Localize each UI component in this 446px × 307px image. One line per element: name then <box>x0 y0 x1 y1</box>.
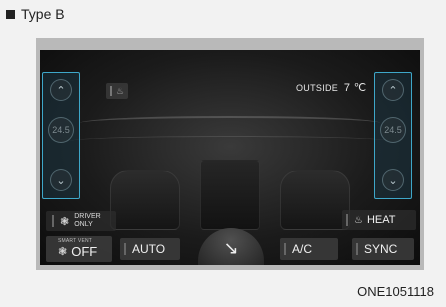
dashboard-outline <box>80 116 380 130</box>
indicator-bar <box>52 215 54 227</box>
auto-button[interactable]: AUTO <box>120 238 180 260</box>
chevron-up-icon[interactable]: ⌃ <box>382 79 404 101</box>
heat-button[interactable]: ♨ HEAT <box>342 210 416 230</box>
passenger-temp-control: ⌃ 24.5 ⌄ <box>374 72 412 199</box>
seat-status-indicator: ♨ <box>106 83 128 99</box>
auto-label: AUTO <box>132 242 166 256</box>
center-console-image <box>200 160 260 230</box>
indicator-bar <box>124 243 126 255</box>
passenger-seat-image <box>280 170 350 230</box>
only-label: ONLY <box>74 221 93 228</box>
indicator-bar <box>356 243 358 255</box>
smart-vent-off-button[interactable]: SMART VENT ❃ OFF <box>46 236 112 262</box>
driver-temp-display: 24.5 <box>48 117 74 143</box>
driver-only-label: DRIVER ONLY <box>74 213 100 229</box>
smart-vent-row: ❃ OFF <box>58 244 97 259</box>
fan-icon: ❃ <box>60 215 70 228</box>
outside-label: OUTSIDE <box>296 83 339 93</box>
seat-heat-icon: ♨ <box>354 214 363 226</box>
vent-mode-icon: ↘ <box>223 238 239 258</box>
chevron-down-icon[interactable]: ⌄ <box>50 169 72 191</box>
ac-button[interactable]: A/C <box>280 238 338 260</box>
passenger-temp-display: 24.5 <box>380 117 406 143</box>
outside-temperature: OUTSIDE 7 ℃ <box>296 81 366 94</box>
seat-heat-icon: ♨ <box>115 85 125 96</box>
indicator-bar <box>284 243 286 255</box>
climate-control-screen: ⌃ 24.5 ⌄ ♨ OUTSIDE 7 ℃ ⌃ 24.5 ⌄ ❃ DRIVER… <box>40 50 420 265</box>
section-header: Type B <box>6 6 65 22</box>
driver-seat-image <box>110 170 180 230</box>
image-code: ONE1051118 <box>357 284 434 299</box>
square-bullet-icon <box>6 9 15 19</box>
driver-label: DRIVER <box>74 213 101 220</box>
indicator-bar <box>346 214 348 226</box>
vent-mode-button[interactable]: ↘ <box>198 228 264 265</box>
sync-button[interactable]: SYNC <box>352 238 414 260</box>
dashboard-outline-lower <box>70 136 390 146</box>
chevron-down-icon[interactable]: ⌄ <box>382 169 404 191</box>
sync-label: SYNC <box>364 242 398 256</box>
fan-icon: ❃ <box>58 246 68 258</box>
ac-label: A/C <box>292 242 313 256</box>
section-title: Type B <box>21 6 65 22</box>
heat-label: HEAT <box>366 214 396 226</box>
driver-temp-control: ⌃ 24.5 ⌄ <box>42 72 80 199</box>
driver-only-button[interactable]: ❃ DRIVER ONLY <box>46 211 116 231</box>
outside-temp-value: 7 ℃ <box>343 82 367 94</box>
off-label: OFF <box>71 244 98 259</box>
chevron-up-icon[interactable]: ⌃ <box>50 79 72 101</box>
indicator-bar <box>109 86 112 96</box>
